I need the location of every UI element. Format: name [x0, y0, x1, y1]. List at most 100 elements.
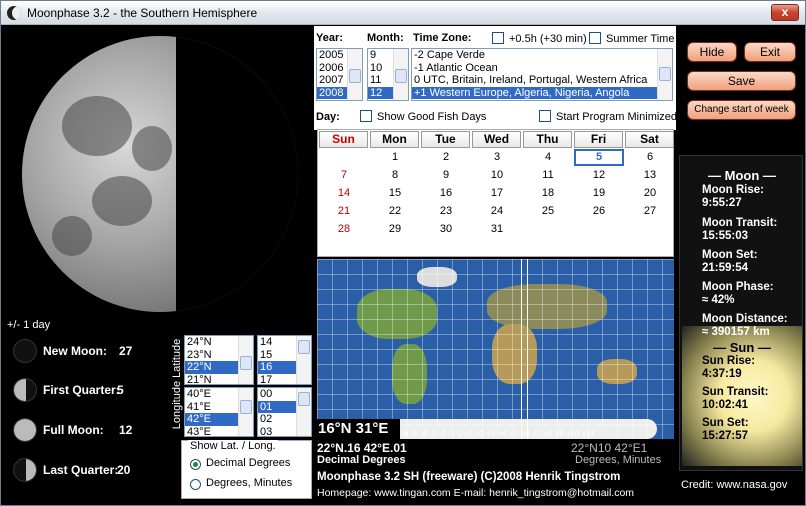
calendar-day[interactable]	[523, 221, 573, 238]
calendar-day[interactable]: 18	[523, 185, 573, 202]
calendar-day[interactable]: 28	[319, 221, 369, 238]
world-map[interactable]	[317, 259, 674, 439]
scrollbar[interactable]	[296, 388, 311, 436]
calendar-day[interactable]: 2	[421, 149, 471, 166]
start-minimized-checkbox[interactable]	[539, 110, 551, 122]
calendar-day[interactable]: 10	[472, 167, 522, 184]
hide-button[interactable]: Hide	[687, 42, 737, 62]
moon-rise-label: Moon Rise:	[702, 184, 764, 196]
footer-copyright: Moonphase 3.2 SH (freeware) (C)2008 Henr…	[317, 471, 621, 483]
start-minimized-label: Start Program Minimized	[556, 111, 678, 123]
degrees-minutes-radio[interactable]	[190, 479, 201, 490]
first-quarter-row: First Quarter: 5	[11, 376, 171, 406]
month-list[interactable]: 9 10 11 12	[367, 48, 409, 101]
list-item[interactable]: -2 Cape Verde	[412, 49, 672, 62]
decimal-coords: 22°N.16 42°E.01	[317, 441, 407, 455]
calendar-day[interactable]: 13	[625, 167, 675, 184]
calendar-day[interactable]: 26	[574, 203, 624, 220]
calendar-day[interactable]: 7	[319, 167, 369, 184]
scrollbar[interactable]	[393, 49, 408, 100]
header-mon: Mon	[370, 131, 419, 148]
sun-rise-value: 4:37:19	[702, 368, 742, 380]
calendar-day[interactable]: 6	[625, 149, 675, 166]
list-item[interactable]: -1 Atlantic Ocean	[412, 62, 672, 75]
credit: Credit: www.nasa.gov	[681, 479, 788, 491]
calendar-day[interactable]: 23	[421, 203, 471, 220]
calendar-day[interactable]: 25	[523, 203, 573, 220]
list-item[interactable]: +1 Western Europe, Algeria, Nigeria, Ang…	[412, 86, 672, 99]
calendar-day[interactable]: 11	[523, 167, 573, 184]
calendar-day[interactable]: 12	[574, 167, 624, 184]
calendar-day[interactable]: 30	[421, 221, 471, 238]
change-week-button[interactable]: Change start of week	[687, 100, 796, 120]
moon-transit-label: Moon Transit:	[702, 217, 778, 229]
moon-distance-label: Moon Distance:	[702, 313, 788, 325]
calendar-day[interactable]: 16	[421, 185, 471, 202]
close-button[interactable]: x	[771, 4, 799, 21]
calendar-day[interactable]: 29	[370, 221, 420, 238]
new-moon-row: New Moon: 27	[11, 337, 171, 367]
sun-set-value: 15:27:57	[702, 430, 749, 442]
header-sun: Sun	[319, 131, 368, 148]
calendar-day[interactable]: 15	[370, 185, 420, 202]
calendar-day[interactable]: 8	[370, 167, 420, 184]
degrees-minutes-label[interactable]: Degrees, Minutes	[206, 477, 292, 489]
sun-transit-label: Sun Transit:	[702, 386, 769, 398]
calendar-day[interactable]: 14	[319, 185, 369, 202]
latitude-degrees-list[interactable]: 24°N 23°N 22°N 21°N	[184, 335, 254, 385]
scrollbar[interactable]	[238, 388, 253, 436]
header-fri: Fri	[574, 131, 623, 148]
exit-button[interactable]: Exit	[744, 42, 796, 62]
app-window: Moonphase 3.2 - the Southern Hemisphere …	[0, 0, 806, 506]
calendar-day[interactable]: 17	[472, 185, 522, 202]
decimal-degrees-radio[interactable]	[190, 459, 201, 470]
longitude-latitude-label: Longitude Latitude	[171, 338, 183, 430]
month-label: Month:	[367, 32, 404, 44]
timezone-scale: -6 -5 -4 -3 -2 -1 0 +1 +2 +3 +4 +5 +6 +7…	[401, 429, 595, 438]
scrollbar[interactable]	[657, 49, 672, 100]
moon-rise-value: 9:55:27	[702, 197, 742, 209]
list-item[interactable]: 0 UTC, Britain, Ireland, Portugal, Weste…	[412, 74, 672, 87]
scrollbar[interactable]	[347, 49, 362, 100]
group-title: Show Lat. / Long.	[188, 440, 278, 452]
decimal-degrees-label[interactable]: Decimal Degrees	[206, 457, 290, 469]
moon-header: — Moon —	[708, 168, 776, 183]
calendar-day[interactable]: 20	[625, 185, 675, 202]
calendar-day[interactable]: 31	[472, 221, 522, 238]
calendar-day[interactable]: 21	[319, 203, 369, 220]
scrollbar[interactable]	[296, 336, 311, 384]
year-list[interactable]: 2005 2006 2007 2008	[316, 48, 363, 101]
new-moon-value: 27	[119, 344, 133, 358]
summer-time-checkbox[interactable]	[589, 32, 601, 44]
first-quarter-icon	[13, 378, 37, 402]
moon-image	[2, 26, 314, 326]
moon-sun-info-panel: — Moon — Moon Rise: 9:55:27 Moon Transit…	[679, 155, 803, 471]
moon-transit-value: 15:55:03	[702, 230, 749, 242]
calendar-day[interactable]: 5	[574, 149, 624, 166]
calendar-day[interactable]: 27	[625, 203, 675, 220]
moon-picture	[22, 36, 298, 312]
map-grid	[317, 259, 674, 439]
longitude-degrees-list[interactable]: 40°E 41°E 42°E 43°E	[184, 387, 254, 437]
half-hour-checkbox[interactable]	[492, 32, 504, 44]
calendar-day[interactable]: 22	[370, 203, 420, 220]
fish-days-checkbox[interactable]	[360, 110, 372, 122]
timezone-label: Time Zone:	[413, 32, 472, 44]
longitude-minutes-list[interactable]: 00 01 02 03	[257, 387, 312, 437]
last-quarter-label: Last Quarter:	[43, 463, 119, 477]
calendar-day[interactable]	[625, 221, 675, 238]
year-label: Year:	[316, 32, 343, 44]
calendar-day[interactable]: 4	[523, 149, 573, 166]
calendar-day[interactable]	[574, 221, 624, 238]
save-button[interactable]: Save	[687, 71, 796, 91]
latitude-minutes-list[interactable]: 14 15 16 17	[257, 335, 312, 385]
calendar-day[interactable]: 1	[370, 149, 420, 166]
decimal-label: Decimal Degrees	[317, 454, 406, 466]
calendar-day[interactable]	[319, 149, 369, 166]
calendar-day[interactable]: 24	[472, 203, 522, 220]
timezone-list[interactable]: -2 Cape Verde -1 Atlantic Ocean 0 UTC, B…	[411, 48, 673, 101]
calendar-day[interactable]: 19	[574, 185, 624, 202]
calendar-day[interactable]: 9	[421, 167, 471, 184]
scrollbar[interactable]	[238, 336, 253, 384]
calendar-day[interactable]: 3	[472, 149, 522, 166]
